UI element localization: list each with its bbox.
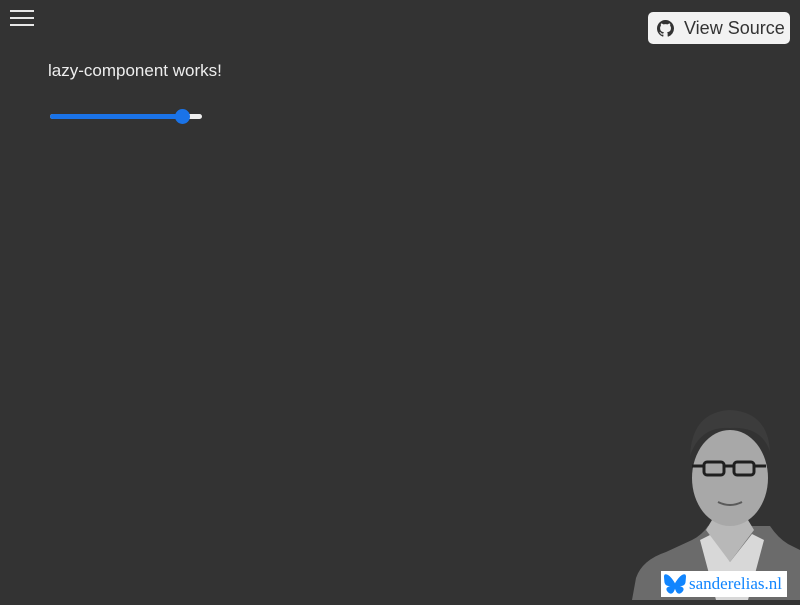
bluesky-butterfly-icon — [664, 574, 686, 594]
menu-bar — [10, 24, 34, 26]
range-slider[interactable] — [50, 106, 204, 126]
slider-thumb[interactable] — [175, 109, 190, 124]
view-source-button[interactable]: View Source — [648, 12, 790, 44]
view-source-label: View Source — [684, 17, 785, 38]
sanderelias-link[interactable]: sanderelias.nl — [661, 571, 787, 597]
slider-fill — [50, 114, 182, 119]
github-icon — [657, 19, 674, 37]
menu-bar — [10, 17, 34, 19]
brand-label: sanderelias.nl — [689, 574, 782, 593]
lazy-component-message: lazy-component works! — [48, 61, 222, 80]
menu-bar — [10, 10, 34, 12]
menu-button[interactable] — [10, 9, 34, 27]
